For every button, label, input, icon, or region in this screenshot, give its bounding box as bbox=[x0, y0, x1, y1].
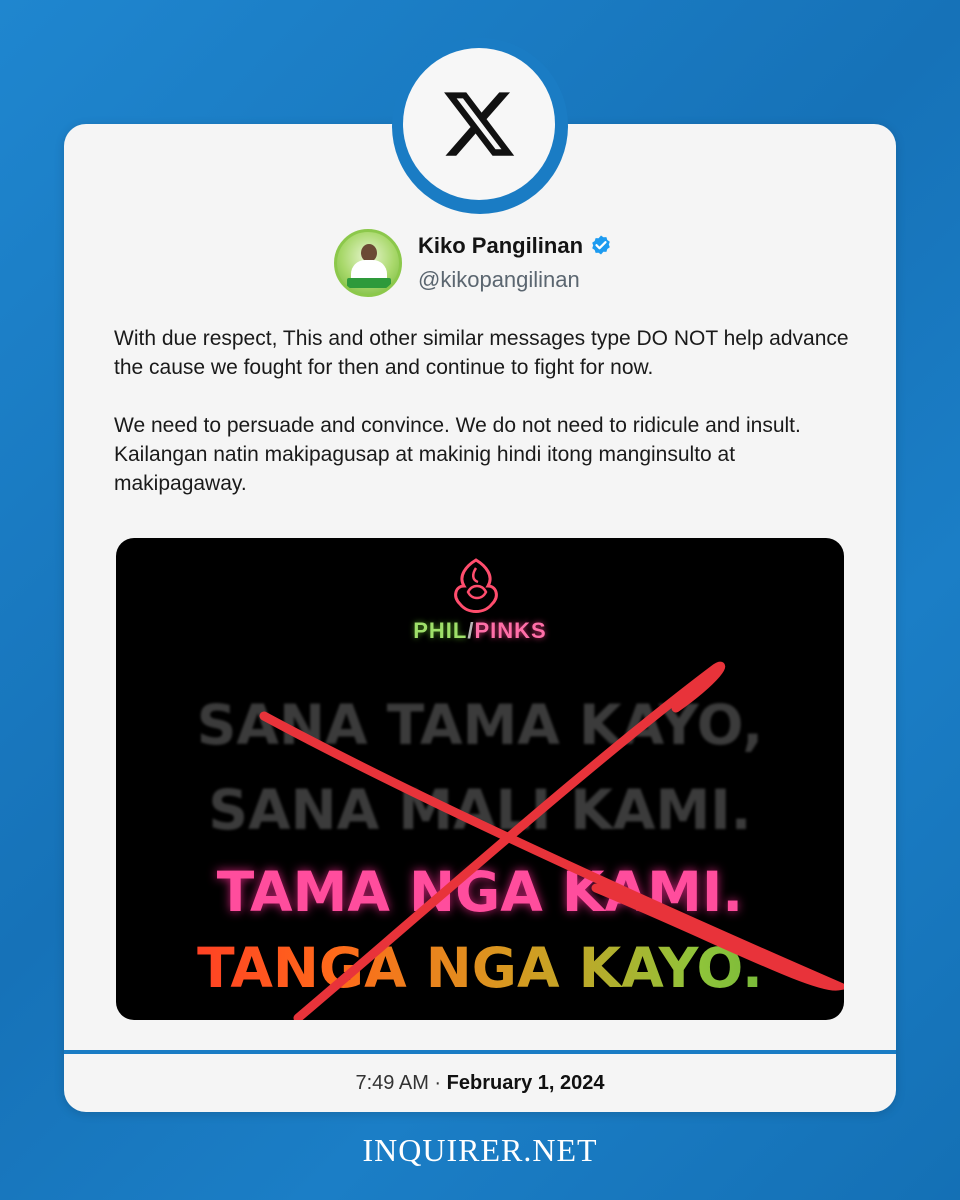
post-card: Kiko Pangilinan @kikopangilinan With due… bbox=[64, 124, 896, 1112]
post-media-image[interactable]: PHIL/PINKS SANA TAMA KAYO, SANA MALI KAM… bbox=[116, 538, 844, 1020]
inquirer-footer-logo: INQUIRER.NET bbox=[362, 1132, 598, 1168]
post-timestamp[interactable]: 7:49 AM · February 1, 2024 bbox=[64, 1072, 896, 1095]
red-cross-mark-icon bbox=[259, 661, 844, 1020]
x-logo-badge bbox=[403, 48, 555, 200]
post-paragraph: We need to persuade and convince. We do … bbox=[114, 414, 801, 495]
post-time: 7:49 AM bbox=[355, 1072, 429, 1094]
post-paragraph: With due respect, This and other similar… bbox=[114, 327, 849, 379]
avatar[interactable] bbox=[334, 229, 402, 297]
author-name[interactable]: Kiko Pangilinan bbox=[418, 233, 583, 259]
verified-badge-icon bbox=[592, 235, 610, 255]
author-handle[interactable]: @kikopangilinan bbox=[418, 267, 580, 293]
x-logo-icon bbox=[444, 92, 515, 156]
timestamp-separator: · bbox=[434, 1072, 442, 1094]
author-name-row: Kiko Pangilinan bbox=[418, 233, 613, 259]
post-body: With due respect, This and other similar… bbox=[114, 324, 854, 498]
divider bbox=[64, 1050, 896, 1054]
post-date: February 1, 2024 bbox=[446, 1072, 605, 1094]
